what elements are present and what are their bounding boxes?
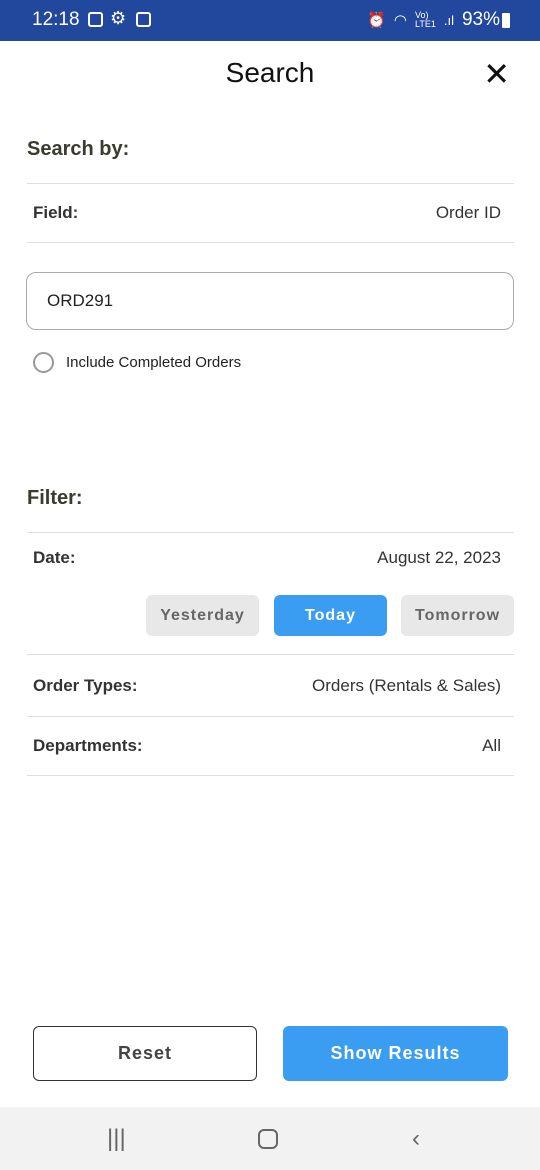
header: Search ✕ bbox=[0, 41, 540, 107]
alarm-icon: ⏰ bbox=[367, 12, 386, 29]
today-button[interactable]: Today bbox=[274, 595, 387, 636]
home-icon[interactable] bbox=[258, 1129, 278, 1149]
image-icon bbox=[88, 12, 103, 27]
recent-apps-icon[interactable]: ||| bbox=[107, 1125, 126, 1153]
field-label: Field: bbox=[33, 203, 79, 222]
battery-text: 93% bbox=[461, 9, 500, 30]
wifi-icon: ◠ bbox=[393, 12, 407, 29]
navigation-bar: ||| ‹ bbox=[0, 1107, 540, 1170]
date-row: Date: August 22, 2023 bbox=[27, 532, 514, 582]
clock: 12:18 bbox=[32, 9, 80, 30]
tomorrow-button[interactable]: Tomorrow bbox=[401, 595, 514, 636]
gear-icon: ⚙ bbox=[110, 8, 127, 28]
signal-icon: .ıl bbox=[443, 12, 454, 28]
include-completed-label[interactable]: Include Completed Orders bbox=[66, 354, 241, 371]
status-bar: 12:18 ⚙ ⏰ ◠ Vo) LTE1 .ıl 93% bbox=[0, 0, 540, 41]
order-types-label: Order Types: bbox=[33, 675, 138, 695]
reset-button[interactable]: Reset bbox=[33, 1026, 257, 1081]
field-value: Order ID bbox=[435, 203, 501, 222]
close-icon[interactable]: ✕ bbox=[483, 55, 510, 93]
order-types-value: Orders (Rentals & Sales) bbox=[312, 675, 501, 695]
search-by-heading: Search by: bbox=[27, 138, 130, 160]
search-input[interactable] bbox=[26, 272, 514, 330]
page-title: Search bbox=[225, 57, 315, 88]
battery-charging-icon bbox=[502, 12, 510, 28]
date-label: Date: bbox=[33, 547, 76, 567]
departments-label: Departments: bbox=[33, 736, 143, 755]
departments-row[interactable]: Departments: All bbox=[27, 716, 514, 776]
clipboard-icon bbox=[136, 12, 151, 27]
volte-icon: Vo) LTE1 bbox=[415, 10, 436, 29]
include-completed-radio[interactable] bbox=[33, 352, 54, 373]
order-types-row[interactable]: Order Types: Orders (Rentals & Sales) bbox=[27, 654, 514, 716]
back-icon[interactable]: ‹ bbox=[412, 1125, 420, 1153]
date-value: August 22, 2023 bbox=[377, 547, 501, 567]
field-row[interactable]: Field: Order ID bbox=[27, 183, 514, 242]
show-results-button[interactable]: Show Results bbox=[283, 1026, 508, 1081]
filter-heading: Filter: bbox=[27, 487, 83, 509]
divider bbox=[27, 242, 514, 243]
yesterday-button[interactable]: Yesterday bbox=[146, 595, 259, 636]
departments-value: All bbox=[482, 736, 501, 755]
